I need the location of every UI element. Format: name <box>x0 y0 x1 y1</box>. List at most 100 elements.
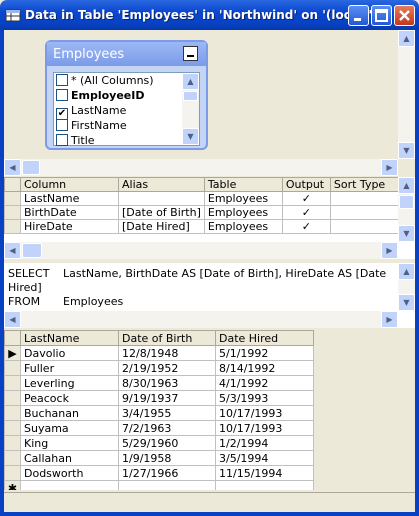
current-row-marker[interactable]: ▶ <box>4 345 21 361</box>
scroll-thumb[interactable] <box>22 243 42 258</box>
output-checkbox[interactable]: ✓ <box>281 205 331 220</box>
results-pane[interactable]: LastName Date of Birth Date Hired ▶ Davo… <box>4 330 415 490</box>
scroll-down-icon[interactable]: ▼ <box>398 142 415 159</box>
row-selector[interactable] <box>4 360 21 376</box>
scroll-down-icon[interactable]: ▼ <box>182 128 199 145</box>
result-cell[interactable]: Davolio <box>20 345 119 361</box>
scroll-right-icon[interactable]: ▶ <box>381 242 398 259</box>
field-checkbox[interactable] <box>56 119 68 131</box>
result-cell[interactable]: 9/19/1937 <box>118 390 216 406</box>
result-row[interactable]: Suyama 7/2/1963 10/17/1993 <box>4 420 314 436</box>
diagram-hscroll[interactable]: ◀ ▶ <box>4 159 398 176</box>
scroll-down-icon[interactable]: ▼ <box>398 294 415 311</box>
field-item[interactable]: * (All Columns) <box>54 73 199 88</box>
result-cell[interactable]: Dodsworth <box>20 465 119 481</box>
sql-vscroll[interactable]: ▲ ▼ <box>398 263 415 311</box>
result-row[interactable]: Fuller 2/19/1952 8/14/1992 <box>4 360 314 376</box>
row-selector[interactable] <box>4 405 21 421</box>
result-cell[interactable]: Suyama <box>20 420 119 436</box>
result-cell[interactable]: King <box>20 435 119 451</box>
grid-header-column[interactable]: Column <box>20 177 119 192</box>
result-row[interactable]: Buchanan 3/4/1955 10/17/1993 <box>4 405 314 421</box>
table-box-minimize-button[interactable] <box>183 46 198 61</box>
result-cell[interactable]: Buchanan <box>20 405 119 421</box>
new-row[interactable]: ✱ <box>4 480 314 490</box>
row-selector[interactable] <box>4 375 21 391</box>
field-item[interactable]: ✔ LastName <box>54 103 199 120</box>
grid-cell-column[interactable]: LastName <box>20 191 119 206</box>
row-selector[interactable] <box>4 191 21 206</box>
grid-cell-column[interactable]: HireDate <box>20 219 119 234</box>
result-row[interactable]: Callahan 1/9/1958 3/5/1994 <box>4 450 314 466</box>
diagram-pane[interactable]: Employees * (All Columns) EmployeeID ✔ La… <box>4 30 415 176</box>
scroll-up-icon[interactable]: ▲ <box>182 73 199 90</box>
result-cell[interactable]: Fuller <box>20 360 119 376</box>
grid-cell-alias[interactable]: [Date of Birth] <box>118 205 205 220</box>
result-cell[interactable]: 5/3/1993 <box>215 390 314 406</box>
sql-hscroll[interactable]: ◀ ▶ <box>4 311 398 328</box>
result-cell[interactable]: 11/15/1994 <box>215 465 314 481</box>
field-list-vscroll[interactable]: ▲ ▼ <box>182 73 199 145</box>
row-selector[interactable] <box>4 435 21 451</box>
grid-cell-sort-type[interactable] <box>329 191 409 206</box>
result-cell[interactable]: 5/29/1960 <box>118 435 216 451</box>
results-grid[interactable]: LastName Date of Birth Date Hired ▶ Davo… <box>4 330 314 490</box>
result-cell[interactable]: 1/2/1994 <box>215 435 314 451</box>
grid-cell-table[interactable]: Employees <box>203 219 283 234</box>
result-header-date-of-birth[interactable]: Date of Birth <box>118 330 216 346</box>
result-cell[interactable]: Callahan <box>20 450 119 466</box>
result-cell[interactable]: 4/1/1992 <box>215 375 314 391</box>
row-selector[interactable] <box>4 420 21 436</box>
field-item[interactable]: Title <box>54 133 199 148</box>
result-cell[interactable]: 5/1/1992 <box>215 345 314 361</box>
minimize-button[interactable] <box>348 5 369 26</box>
grid-cell-column[interactable]: BirthDate <box>20 205 119 220</box>
field-list[interactable]: * (All Columns) EmployeeID ✔ LastName Fir… <box>53 72 200 148</box>
grid-cell-table[interactable]: Employees <box>203 191 283 206</box>
criteria-grid[interactable]: Column Alias Table Output Sort Type Last… <box>4 177 409 234</box>
scroll-thumb[interactable] <box>399 195 414 209</box>
result-cell[interactable]: 10/17/1993 <box>215 405 314 421</box>
scroll-up-icon[interactable]: ▲ <box>398 263 415 280</box>
result-cell[interactable]: 3/4/1955 <box>118 405 216 421</box>
result-cell[interactable]: 12/8/1948 <box>118 345 216 361</box>
grid-header-alias[interactable]: Alias <box>118 177 205 192</box>
scroll-left-icon[interactable]: ◀ <box>4 159 21 176</box>
result-cell[interactable]: 10/17/1993 <box>215 420 314 436</box>
scroll-down-icon[interactable]: ▼ <box>398 225 415 242</box>
diagram-vscroll[interactable]: ▲ ▼ <box>398 30 415 159</box>
scroll-thumb[interactable] <box>22 160 40 175</box>
row-selector[interactable] <box>4 465 21 481</box>
grid-row[interactable]: BirthDate [Date of Birth] Employees ✓ <box>4 205 409 220</box>
row-selector[interactable] <box>4 390 21 406</box>
result-row[interactable]: ▶ Davolio 12/8/1948 5/1/1992 <box>4 345 314 361</box>
result-row[interactable]: Dodsworth 1/27/1966 11/15/1994 <box>4 465 314 481</box>
result-cell[interactable]: 8/30/1963 <box>118 375 216 391</box>
sql-pane[interactable]: SELECT LastName, BirthDate AS [Date of Bi… <box>4 263 415 328</box>
result-cell[interactable]: 7/2/1963 <box>118 420 216 436</box>
result-cell[interactable]: 1/27/1966 <box>118 465 216 481</box>
new-row-marker[interactable]: ✱ <box>4 480 21 490</box>
title-bar[interactable]: Data in Table 'Employees' in 'Northwind'… <box>0 0 419 30</box>
result-cell[interactable]: 2/19/1952 <box>118 360 216 376</box>
field-checkbox[interactable] <box>56 74 68 86</box>
field-item[interactable]: FirstName <box>54 118 199 133</box>
grid-cell-table[interactable]: Employees <box>203 205 283 220</box>
grid-header-table[interactable]: Table <box>203 177 283 192</box>
output-checkbox[interactable]: ✓ <box>281 191 331 206</box>
grid-cell-sort-type[interactable] <box>329 219 409 234</box>
grid-row[interactable]: LastName Employees ✓ <box>4 191 409 206</box>
grid-cell-sort-type[interactable] <box>329 205 409 220</box>
row-selector[interactable] <box>4 205 21 220</box>
grid-vscroll[interactable]: ▲ ▼ <box>398 177 415 242</box>
scroll-up-icon[interactable]: ▲ <box>398 30 415 47</box>
result-header-lastname[interactable]: LastName <box>20 330 119 346</box>
sql-text[interactable]: SELECT LastName, BirthDate AS [Date of Bi… <box>8 267 415 309</box>
scroll-left-icon[interactable]: ◀ <box>4 242 21 259</box>
grid-cell-alias[interactable]: [Date Hired] <box>118 219 205 234</box>
grid-cell-alias[interactable] <box>118 191 205 206</box>
result-header-date-hired[interactable]: Date Hired <box>215 330 314 346</box>
grid-hscroll[interactable]: ◀ ▶ <box>4 242 398 259</box>
result-row[interactable]: Leverling 8/30/1963 4/1/1992 <box>4 375 314 391</box>
scroll-right-icon[interactable]: ▶ <box>381 159 398 176</box>
